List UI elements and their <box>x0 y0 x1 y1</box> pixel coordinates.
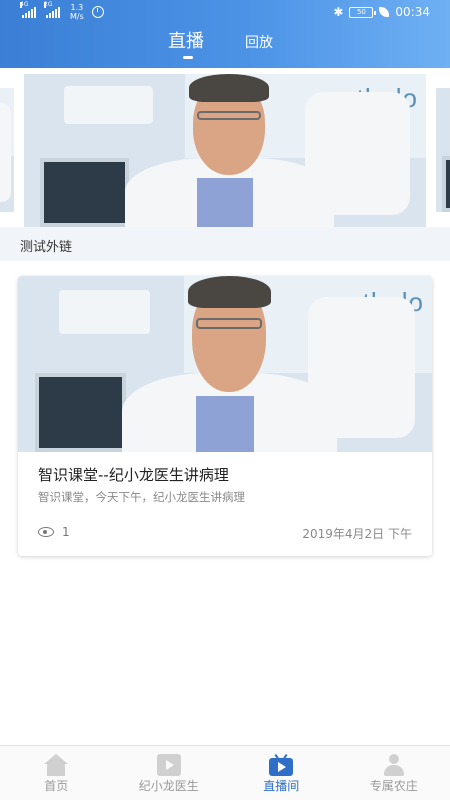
banner-carousel[interactable]: patholo <box>0 74 450 227</box>
tv-icon <box>269 753 294 776</box>
carousel-slide-current[interactable]: patholo <box>24 74 426 227</box>
banner-image <box>0 88 14 212</box>
card-date: 2019年4月2日 下午 <box>302 527 412 541</box>
network-type-label: 4G <box>20 1 29 8</box>
nav-label: 首页 <box>44 779 69 793</box>
status-bar: 4G 2G 1.3 M/s ✱ 50 00:34 <box>0 0 450 26</box>
nav-item-live-room[interactable]: 直播间 <box>225 746 338 800</box>
view-count-value: 1 <box>62 525 70 539</box>
nav-item-farm[interactable]: 专属农庄 <box>338 746 450 800</box>
speed-value: 1.3 <box>70 3 84 12</box>
network-speed: 1.3 M/s <box>70 3 84 21</box>
film-icon <box>156 754 181 776</box>
nav-label: 直播间 <box>263 779 300 793</box>
banner-image <box>436 88 450 212</box>
tab-live[interactable]: 直播 <box>168 27 204 53</box>
app-header: 4G 2G 1.3 M/s ✱ 50 00:34 直播 回放 <box>0 0 450 68</box>
person-icon <box>382 754 406 776</box>
active-tab-indicator <box>183 56 193 59</box>
battery-icon: 50 <box>349 6 377 18</box>
carousel-slide-next[interactable] <box>436 88 450 212</box>
nav-item-doctor[interactable]: 纪小龙医生 <box>113 746 226 800</box>
banner-image: patholo <box>24 74 426 227</box>
signal-icon-2: 2G <box>44 2 60 18</box>
carousel-caption-text: 测试外链 <box>20 240 73 255</box>
network-type-label-2: 2G <box>44 1 53 8</box>
power-saving-icon <box>379 7 390 17</box>
speed-unit: M/s <box>70 12 84 21</box>
tab-replay[interactable]: 回放 <box>245 32 273 52</box>
nav-label: 纪小龙医生 <box>138 779 199 793</box>
signal-icon: 4G <box>20 2 36 18</box>
card-title: 智识课堂--纪小龙医生讲病理 <box>38 466 229 484</box>
alarm-icon <box>91 6 104 18</box>
eye-icon <box>38 527 54 537</box>
card-subtitle: 智识课堂，今天下午，纪小龙医生讲病理 <box>38 490 245 504</box>
live-card[interactable]: patholo 智识课堂--纪小龙医生讲病理 智识课堂，今天下午，纪小龙医生讲病… <box>18 276 432 556</box>
carousel-slide-prev[interactable] <box>0 88 14 212</box>
carousel-caption[interactable]: 测试外链 <box>0 227 450 261</box>
card-thumbnail[interactable]: patholo <box>18 276 432 452</box>
clock: 00:34 <box>395 5 430 19</box>
bluetooth-icon: ✱ <box>333 5 344 19</box>
home-icon <box>44 754 69 776</box>
nav-label: 专属农庄 <box>369 779 418 793</box>
view-count: 1 <box>38 525 70 539</box>
bottom-nav: 首页 纪小龙医生 直播间 专属农庄 <box>0 745 450 800</box>
nav-item-home[interactable]: 首页 <box>0 746 113 800</box>
card-image: patholo <box>18 276 432 452</box>
battery-level: 50 <box>356 7 366 16</box>
